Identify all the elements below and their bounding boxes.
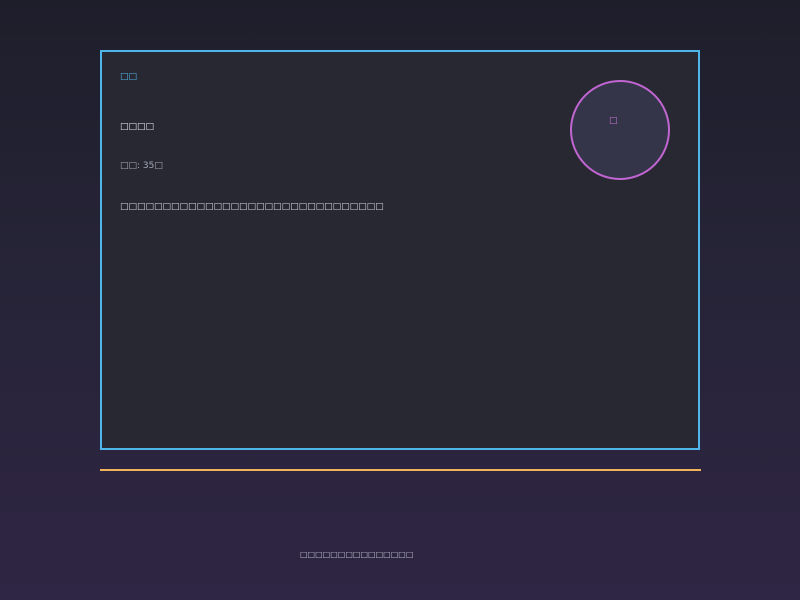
content-card: □□ □□□□ □□: 35□ □□□□□□□□□□□□□□□□□□□□□□□□…	[100, 50, 700, 450]
meta-label: □□	[120, 161, 138, 171]
card-description: □□□□□□□□□□□□□□□□□□□□□□□□□□□□□□□	[120, 202, 384, 212]
meta-value: 35□	[142, 161, 163, 171]
section-label: □□	[120, 72, 138, 82]
section-divider	[100, 469, 701, 471]
meta-line: □□: 35□	[120, 161, 163, 171]
avatar-badge: □	[570, 80, 670, 180]
card-heading: □□□□	[120, 122, 155, 132]
avatar-badge-label: □	[609, 116, 618, 126]
footer-text: □□□□□□□□□□□□□□□	[300, 550, 414, 559]
